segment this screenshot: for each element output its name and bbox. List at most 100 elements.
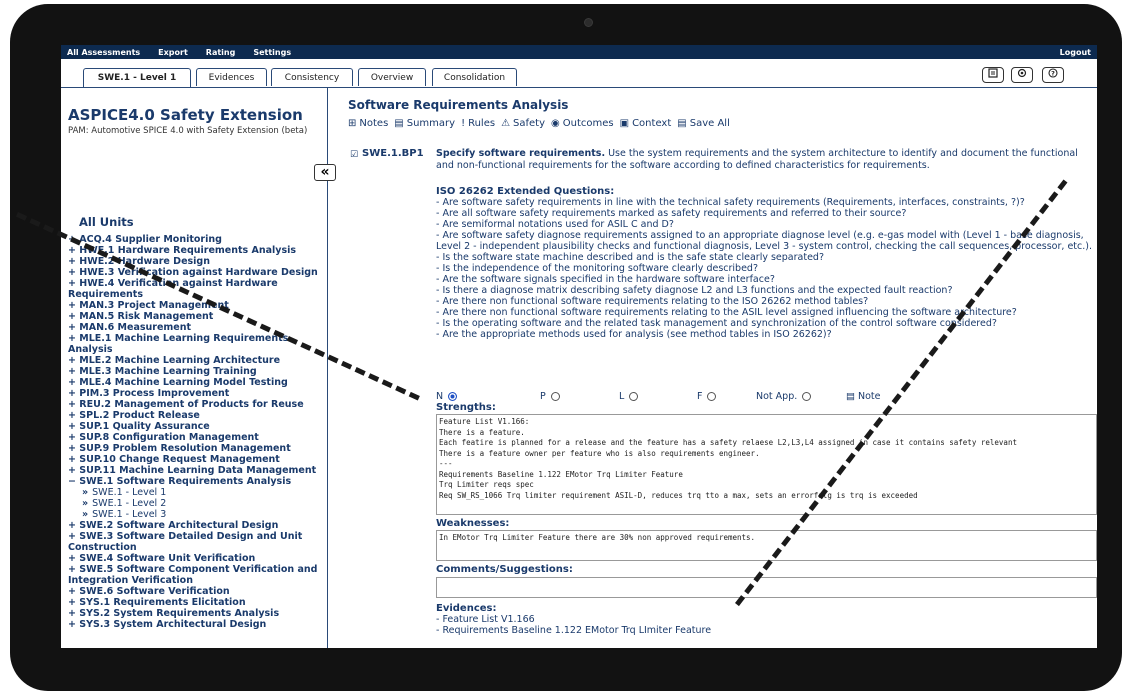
sidebar-unit[interactable]: + SWE.6 Software Verification	[68, 586, 323, 597]
sidebar-unit[interactable]: + MAN.6 Measurement	[68, 322, 323, 333]
strengths-textarea[interactable]: Feature List V1.166: There is a feature. E…	[436, 414, 1097, 515]
nav-all-assessments[interactable]: All Assessments	[67, 48, 140, 57]
sidebar-unit[interactable]: + SUP.8 Configuration Management	[68, 432, 323, 443]
outcomes-icon: ◉	[551, 118, 560, 129]
radio-button[interactable]	[629, 392, 639, 401]
rating-option[interactable]: N	[436, 391, 458, 402]
unit-label: + SWE.3 Software Detailed Design and Uni…	[68, 531, 303, 553]
tab-swe1-level1[interactable]: SWE.1 - Level 1	[83, 68, 191, 87]
rating-label: Not App.	[756, 391, 798, 402]
tab-consolidation[interactable]: Consolidation	[432, 68, 517, 86]
sidebar-unit[interactable]: + SUP.9 Problem Resolution Management	[68, 443, 323, 454]
unit-label: + SUP.11 Machine Learning Data Managemen…	[68, 465, 317, 476]
all-units-heading: All Units	[79, 215, 134, 229]
base-practice-description: Specify software requirements. Use the s…	[436, 148, 1096, 171]
sidebar-unit[interactable]: + SUP.1 Quality Assurance	[68, 421, 323, 432]
sidebar-subitem[interactable]: » SWE.1 - Level 1	[68, 487, 323, 498]
tab-overview[interactable]: Overview	[358, 68, 426, 86]
sidebar-unit[interactable]: + SUP.11 Machine Learning Data Managemen…	[68, 465, 323, 476]
comments-textarea[interactable]	[436, 577, 1097, 598]
tab-consistency[interactable]: Consistency	[271, 68, 353, 86]
toolbar-notes-button[interactable]: ⊞ Notes	[348, 118, 388, 129]
weaknesses-textarea[interactable]: In EMotor Trq Limiter Feature there are …	[436, 530, 1097, 561]
text-line: Each featire is planned for a release an…	[439, 438, 1017, 447]
unit-label: SWE.1 - Level 3	[92, 509, 167, 520]
pam-description: PAM: Automotive SPICE 4.0 with Safety Ex…	[68, 126, 308, 136]
sidebar-unit[interactable]: + REU.2 Management of Products for Reuse	[68, 399, 323, 410]
sidebar-unit[interactable]: + MAN.5 Risk Management	[68, 311, 323, 322]
sidebar-unit[interactable]: + SYS.2 System Requirements Analysis	[68, 608, 323, 619]
rating-label: F	[697, 391, 703, 402]
checkmark-icon[interactable]: ☑	[350, 150, 358, 160]
unit-label: + MLE.2 Machine Learning Architecture	[68, 355, 281, 366]
toolbar-summary-button[interactable]: ▤ Summary	[394, 118, 455, 129]
toolbar-outcomes-button[interactable]: ◉ Outcomes	[551, 118, 614, 129]
gear-icon[interactable]	[1011, 67, 1033, 83]
iso-question: - Are all software safety requirements m…	[436, 208, 907, 219]
sidebar-unit[interactable]: + MAN.3 Project Management	[68, 300, 323, 311]
sidebar-unit[interactable]: + ACQ.4 Supplier Monitoring	[68, 234, 323, 245]
help-icon[interactable]: ?	[1042, 67, 1064, 83]
toolbar-save-all-button[interactable]: ▤ Save All	[677, 118, 730, 129]
tab-evidences[interactable]: Evidences	[196, 68, 267, 86]
sidebar-unit[interactable]: + SWE.3 Software Detailed Design and Uni…	[68, 531, 323, 553]
iso-questions-title: ISO 26262 Extended Questions:	[436, 186, 615, 197]
toolbar-context-button[interactable]: ▣ Context	[620, 118, 672, 129]
unit-label: + MLE.1 Machine Learning Requirements An…	[68, 333, 289, 355]
text-line: There is a feature owner per feature who…	[439, 448, 760, 458]
iso-question: - Are there non functional software requ…	[436, 296, 869, 307]
sidebar-unit[interactable]: + SWE.2 Software Architectural Design	[68, 520, 323, 531]
sidebar-subitem[interactable]: » SWE.1 - Level 2	[68, 498, 323, 509]
unit-label: + SPL.2 Product Release	[68, 410, 200, 421]
nav-export[interactable]: Export	[158, 48, 188, 57]
unit-label: + HWE.3 Verification against Hardware De…	[68, 267, 318, 278]
radio-button[interactable]	[448, 392, 458, 401]
rating-option[interactable]: F	[697, 391, 717, 402]
toolbar-label: Context	[632, 118, 672, 129]
sidebar-unit[interactable]: + SYS.1 Requirements Elicitation	[68, 597, 323, 608]
rating-option[interactable]: P	[540, 391, 560, 402]
unit-label: + SYS.2 System Requirements Analysis	[68, 608, 280, 619]
logout-link[interactable]: Logout	[1060, 48, 1091, 57]
sidebar-unit[interactable]: + SPL.2 Product Release	[68, 410, 323, 421]
unit-label: + HWE.4 Verification against Hardware Re…	[68, 278, 278, 300]
toolbar-rules-button[interactable]: ! Rules	[461, 118, 495, 129]
radio-button[interactable]	[550, 392, 560, 401]
evidences-label: Evidences:	[436, 603, 497, 614]
nav-settings[interactable]: Settings	[253, 48, 291, 57]
summary-icon: ▤	[394, 118, 404, 129]
page-title: Software Requirements Analysis	[348, 98, 569, 112]
weaknesses-label: Weaknesses:	[436, 518, 510, 529]
radio-button[interactable]	[802, 392, 812, 401]
main-content: Software Requirements Analysis ⊞ Notes ▤ Su…	[335, 88, 1097, 648]
sidebar-unit[interactable]: + HWE.3 Verification against Hardware De…	[68, 267, 323, 278]
sidebar-unit[interactable]: + SYS.3 System Architectural Design	[68, 619, 323, 630]
sidebar-unit[interactable]: + SWE.4 Software Unit Verification	[68, 553, 323, 564]
rating-option[interactable]: L	[619, 391, 639, 402]
text-line: Feature List V1.166:	[439, 417, 530, 426]
text-line: - Requirements Baseline 1.122 EMotor Trq…	[436, 625, 712, 636]
sidebar-unit[interactable]: + MLE.2 Machine Learning Architecture	[68, 355, 323, 366]
sidebar-unit[interactable]: + SWE.5 Software Component Verification …	[68, 564, 323, 586]
iso-question: - Are the appropriate methods used for a…	[436, 329, 832, 340]
sidebar-unit[interactable]: + MLE.3 Machine Learning Training	[68, 366, 323, 377]
iso-question: - Are software safety diagnose requireme…	[436, 230, 1092, 252]
sidebar-subitem[interactable]: » SWE.1 - Level 3	[68, 509, 323, 520]
chevron-right-icon: »	[82, 498, 89, 509]
unit-label: + MAN.6 Measurement	[68, 322, 192, 333]
sidebar-unit[interactable]: + MLE.4 Machine Learning Model Testing	[68, 377, 323, 388]
note-button[interactable]: ▤ Note	[846, 391, 881, 402]
toolbar-safety-button[interactable]: ⚠ Safety	[501, 118, 545, 129]
toolbar-label: Notes	[359, 118, 389, 129]
document-icon[interactable]	[982, 67, 1004, 83]
collapse-sidebar-button[interactable]: «	[314, 164, 336, 181]
text-line: Trq Limiter reqs spec	[439, 480, 534, 489]
sidebar-unit[interactable]: + SUP.10 Change Request Management	[68, 454, 323, 465]
nav-rating[interactable]: Rating	[206, 48, 236, 57]
sidebar-unit[interactable]: − SWE.1 Software Requirements Analysis	[68, 476, 323, 487]
save-icon: ▤	[677, 118, 687, 129]
svg-text:?: ?	[1051, 70, 1055, 78]
radio-button[interactable]	[707, 392, 717, 401]
rating-option[interactable]: Not App.	[756, 391, 812, 402]
sidebar-unit[interactable]: + PIM.3 Process Improvement	[68, 388, 323, 399]
